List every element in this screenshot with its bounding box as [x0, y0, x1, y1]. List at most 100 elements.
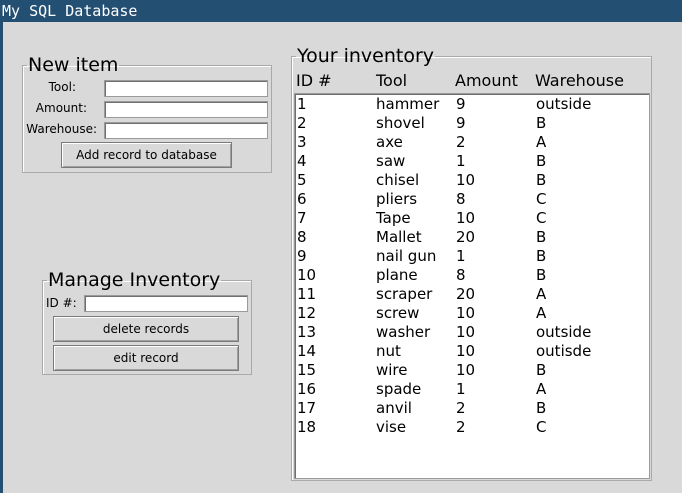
- inventory-list[interactable]: 1 hammer 9 outside 2 shovel 9 B 3 axe 2 A 4 saw 1 B 5 chi…: [294, 93, 650, 479]
- inventory-row[interactable]: 13 washer 10 outside: [295, 323, 649, 342]
- warehouse-input[interactable]: [104, 122, 268, 139]
- row-amount: 1: [456, 247, 466, 265]
- row-amount: 8: [456, 266, 466, 284]
- row-amount: 2: [456, 399, 466, 417]
- row-amount: 9: [456, 95, 466, 113]
- tool-input[interactable]: [104, 80, 268, 97]
- row-tool: hammer: [376, 95, 440, 113]
- inventory-row[interactable]: 5 chisel 10 B: [295, 171, 649, 190]
- row-warehouse: A: [536, 304, 547, 322]
- column-header-tool: Tool: [376, 71, 408, 90]
- column-header-id: ID #: [296, 71, 332, 90]
- row-id: 7: [297, 209, 307, 227]
- row-id: 10: [297, 266, 317, 284]
- row-warehouse: B: [536, 266, 547, 284]
- inventory-row[interactable]: 10 plane 8 B: [295, 266, 649, 285]
- id-label: ID #:: [46, 296, 77, 310]
- row-amount: 10: [456, 209, 476, 227]
- inventory-row[interactable]: 12 screw 10 A: [295, 304, 649, 323]
- row-warehouse: B: [536, 247, 547, 265]
- row-tool: axe: [376, 133, 403, 151]
- inventory-row[interactable]: 3 axe 2 A: [295, 133, 649, 152]
- row-warehouse: C: [536, 418, 547, 436]
- row-amount: 1: [456, 152, 466, 170]
- inventory-row[interactable]: 17 anvil 2 B: [295, 399, 649, 418]
- row-warehouse: B: [536, 152, 547, 170]
- row-tool: pliers: [376, 190, 418, 208]
- edit-record-button[interactable]: edit record: [53, 345, 239, 371]
- inventory-row[interactable]: 4 saw 1 B: [295, 152, 649, 171]
- row-tool: chisel: [376, 171, 420, 189]
- inventory-row[interactable]: 7 Tape 10 C: [295, 209, 649, 228]
- row-amount: 20: [456, 228, 476, 246]
- row-warehouse: A: [536, 285, 547, 303]
- row-amount: 9: [456, 114, 466, 132]
- tool-label: Tool:: [48, 80, 76, 94]
- row-amount: 20: [456, 285, 476, 303]
- row-warehouse: B: [536, 171, 547, 189]
- row-warehouse: A: [536, 133, 547, 151]
- window-title: My SQL Database: [2, 2, 138, 20]
- row-id: 14: [297, 342, 317, 360]
- amount-input[interactable]: [104, 101, 268, 118]
- row-tool: wire: [376, 361, 408, 379]
- row-id: 13: [297, 323, 317, 341]
- row-amount: 2: [456, 418, 466, 436]
- row-amount: 10: [456, 171, 476, 189]
- row-tool: nail gun: [376, 247, 437, 265]
- row-tool: spade: [376, 380, 422, 398]
- row-id: 12: [297, 304, 317, 322]
- row-id: 16: [297, 380, 317, 398]
- row-id: 2: [297, 114, 307, 132]
- add-record-button[interactable]: Add record to database: [61, 142, 232, 168]
- row-amount: 1: [456, 380, 466, 398]
- inventory-row[interactable]: 8 Mallet 20 B: [295, 228, 649, 247]
- row-amount: 2: [456, 133, 466, 151]
- warehouse-label: Warehouse:: [26, 122, 97, 136]
- row-amount: 10: [456, 342, 476, 360]
- row-tool: scraper: [376, 285, 433, 303]
- row-id: 15: [297, 361, 317, 379]
- inventory-row[interactable]: 14 nut 10 outisde: [295, 342, 649, 361]
- row-id: 18: [297, 418, 317, 436]
- row-id: 9: [297, 247, 307, 265]
- row-warehouse: A: [536, 380, 547, 398]
- row-warehouse: outside: [536, 95, 592, 113]
- new-item-legend: New item: [28, 54, 119, 76]
- inventory-row[interactable]: 2 shovel 9 B: [295, 114, 649, 133]
- column-header-amount: Amount: [455, 71, 518, 90]
- row-tool: shovel: [376, 114, 425, 132]
- row-id: 17: [297, 399, 317, 417]
- row-warehouse: B: [536, 361, 547, 379]
- window-title-bar[interactable]: My SQL Database: [0, 0, 682, 22]
- row-tool: Mallet: [376, 228, 422, 246]
- row-warehouse: outisde: [536, 342, 592, 360]
- row-tool: nut: [376, 342, 401, 360]
- inventory-row[interactable]: 1 hammer 9 outside: [295, 95, 649, 114]
- inventory-legend: Your inventory: [297, 45, 435, 67]
- row-tool: plane: [376, 266, 418, 284]
- amount-label: Amount:: [35, 101, 87, 115]
- row-id: 6: [297, 190, 307, 208]
- row-amount: 8: [456, 190, 466, 208]
- row-id: 3: [297, 133, 307, 151]
- inventory-row[interactable]: 18 vise 2 C: [295, 418, 649, 437]
- inventory-row[interactable]: 11 scraper 20 A: [295, 285, 649, 304]
- row-tool: anvil: [376, 399, 412, 417]
- row-id: 8: [297, 228, 307, 246]
- row-warehouse: outside: [536, 323, 592, 341]
- row-warehouse: C: [536, 190, 547, 208]
- inventory-row[interactable]: 15 wire 10 B: [295, 361, 649, 380]
- delete-records-button[interactable]: delete records: [53, 316, 239, 342]
- row-tool: saw: [376, 152, 406, 170]
- id-input[interactable]: [84, 295, 248, 312]
- row-id: 4: [297, 152, 307, 170]
- row-amount: 10: [456, 361, 476, 379]
- row-tool: screw: [376, 304, 420, 322]
- inventory-row[interactable]: 16 spade 1 A: [295, 380, 649, 399]
- row-warehouse: B: [536, 114, 547, 132]
- row-amount: 10: [456, 304, 476, 322]
- row-tool: Tape: [376, 209, 411, 227]
- inventory-row[interactable]: 6 pliers 8 C: [295, 190, 649, 209]
- inventory-row[interactable]: 9 nail gun 1 B: [295, 247, 649, 266]
